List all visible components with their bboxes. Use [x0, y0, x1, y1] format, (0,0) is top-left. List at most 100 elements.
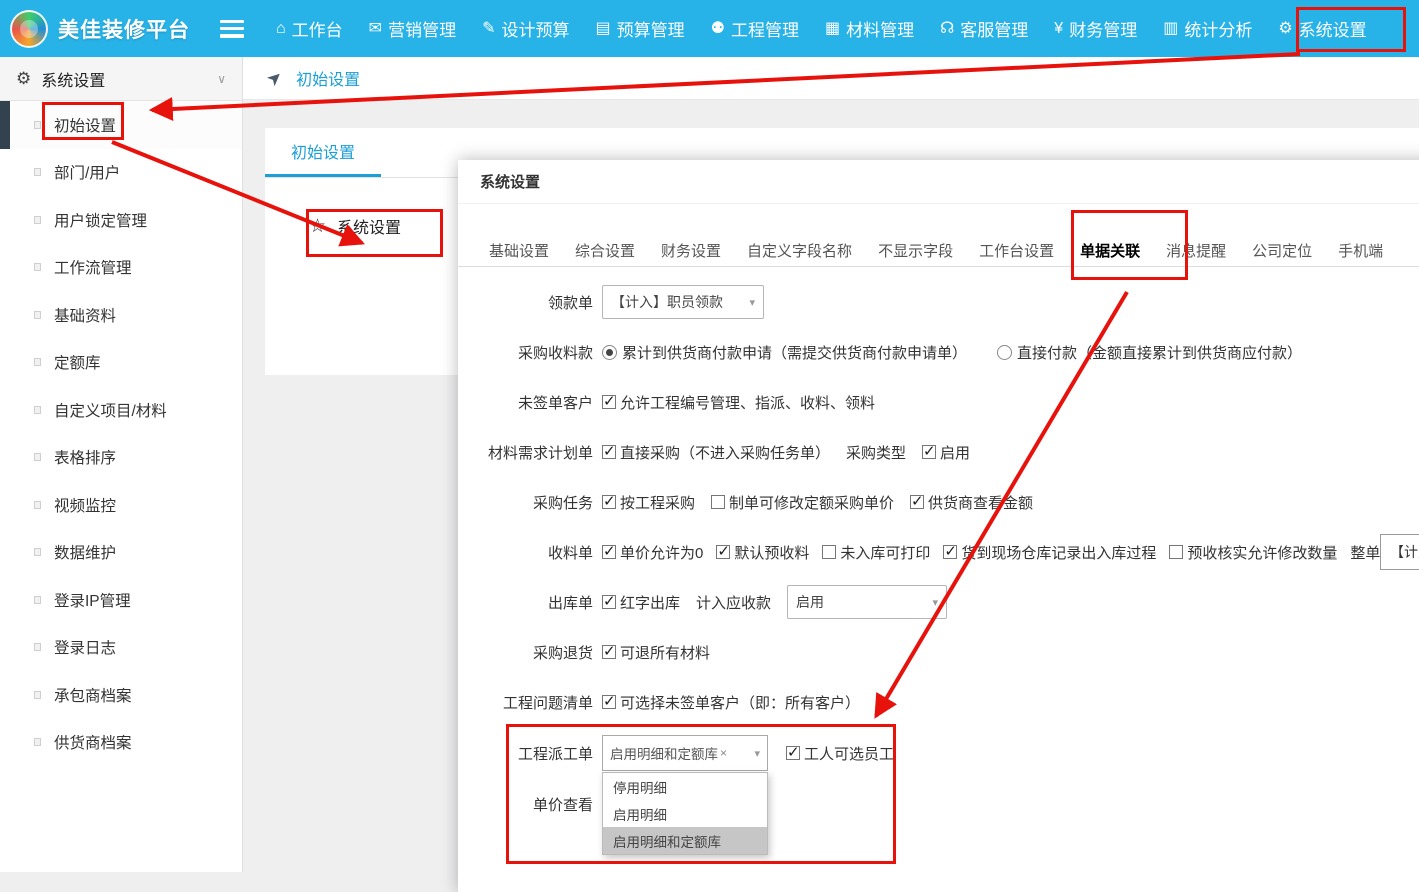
nav-item-project-mgmt[interactable]: ⚉ 工程管理 — [711, 16, 799, 41]
checkbox-purchase-type-enable[interactable]: 启用 — [922, 442, 970, 463]
sidebar-item-supplier-archive[interactable]: 供货商档案 — [0, 719, 242, 767]
sidebar-item-basic-data[interactable]: 基础资料 — [0, 291, 242, 339]
item-bullet-icon — [34, 311, 41, 319]
tab-message-reminder[interactable]: 消息提醒 — [1153, 235, 1239, 266]
radio-accumulate-to-supplier[interactable]: 累计到供货商付款申请（需提交供货商付款申请单） — [602, 342, 967, 363]
tab-company-location[interactable]: 公司定位 — [1239, 235, 1325, 266]
sidebar-item-label: 部门/用户 — [54, 161, 120, 183]
checkbox-select-unsigned-customer[interactable]: 可选择未签单客户（即：所有客户） — [602, 692, 860, 713]
sidebar-header-system-settings[interactable]: ⚙ 系统设置 — [0, 57, 242, 101]
nav-item-statistics[interactable]: ▥ 统计分析 — [1163, 16, 1252, 41]
sidebar-item-contractor-archive[interactable]: 承包商档案 — [0, 671, 242, 719]
item-bullet-icon — [34, 501, 41, 509]
breadcrumb-label: 初始设置 — [296, 66, 360, 90]
checkbox-worker-select-employee[interactable]: 工人可选员工 — [786, 743, 894, 764]
checkbox-purchase-by-project[interactable]: 按工程采购 — [602, 492, 695, 513]
tab-basic-settings[interactable]: 基础设置 — [476, 235, 562, 266]
chevron-down-icon[interactable] — [754, 747, 760, 760]
gear-icon: ⚙ — [1278, 21, 1292, 37]
sidebar-item-video-monitor[interactable]: 视频监控 — [0, 481, 242, 529]
checkbox-unchecked-icon[interactable] — [711, 495, 725, 509]
checkbox-print-before-inbound[interactable]: 未入库可打印 — [822, 542, 930, 563]
checkbox-return-all-materials[interactable]: 可退所有材料 — [602, 642, 710, 663]
checkbox-price-zero[interactable]: 单价允许为0 — [602, 542, 703, 563]
tab-document-association[interactable]: 单据关联 — [1067, 235, 1153, 266]
nav-item-material-mgmt[interactable]: ▦ 材料管理 — [825, 16, 914, 41]
checkbox-checked-icon[interactable] — [602, 545, 616, 559]
tab-workbench-settings[interactable]: 工作台设置 — [966, 235, 1067, 266]
checkbox-unchecked-icon[interactable] — [1169, 545, 1183, 559]
form-row-unsigned-customer: 未签单客户 允许工程编号管理、指派、收料、领料 — [458, 377, 1419, 427]
checkbox-allow-project-number[interactable]: 允许工程编号管理、指派、收料、领料 — [602, 392, 875, 413]
checkbox-checked-icon[interactable] — [602, 395, 616, 409]
radio-direct-payment[interactable]: 直接付款（金额直接累计到供货商应付款） — [997, 342, 1302, 363]
dialog-title: 系统设置 — [458, 160, 1419, 204]
tab-general-settings[interactable]: 综合设置 — [562, 235, 648, 266]
nav-label: 设计预算 — [501, 16, 569, 41]
checkbox-supplier-view-amount[interactable]: 供货商查看金额 — [910, 492, 1033, 513]
sidebar-item-departments-users[interactable]: 部门/用户 — [0, 149, 242, 197]
sidebar-item-table-sort[interactable]: 表格排序 — [0, 434, 242, 482]
checkbox-checked-icon[interactable] — [943, 545, 957, 559]
clear-icon[interactable] — [720, 746, 727, 760]
count-receivable-select[interactable]: 启用 — [787, 585, 947, 619]
dispatch-mode-combobox[interactable]: 启用明细和定额库 — [602, 735, 768, 771]
checkbox-direct-purchase[interactable]: 直接采购（不进入采购任务单） — [602, 442, 830, 463]
row-label: 领款单 — [458, 292, 598, 313]
form-row-outbound: 出库单 红字出库 计入应收款 启用 — [458, 577, 1419, 627]
checkbox-checked-icon[interactable] — [602, 695, 616, 709]
option-enable-detail-and-quota[interactable]: 启用明细和定额库 — [603, 827, 767, 854]
checkbox-checked-icon[interactable] — [602, 595, 616, 609]
whole-order-fee-select[interactable]: 【计入 — [1380, 534, 1419, 570]
sidebar-item-custom-project-material[interactable]: 自定义项目/材料 — [0, 386, 242, 434]
option-disable-detail[interactable]: 停用明细 — [603, 773, 767, 800]
checkbox-prereceive-modify-qty[interactable]: 预收核实允许修改数量 — [1169, 542, 1337, 563]
checkbox-red-outbound[interactable]: 红字出库 — [602, 592, 680, 613]
row-label: 采购任务 — [458, 492, 598, 513]
checkbox-checked-icon[interactable] — [602, 445, 616, 459]
checkbox-checked-icon[interactable] — [716, 545, 730, 559]
sidebar-item-initial-settings[interactable]: 初始设置 — [0, 101, 242, 149]
nav-item-design-budget[interactable]: ✎ 设计预算 — [482, 16, 569, 41]
radio-checked-icon[interactable] — [602, 345, 617, 360]
tab-mobile[interactable]: 手机端 — [1325, 235, 1396, 266]
radio-unchecked-icon[interactable] — [997, 345, 1012, 360]
menu-toggle-icon[interactable] — [220, 20, 244, 38]
dispatch-combo-wrap: 启用明细和定额库 停用明细 启用明细 启用明细和定额库 — [602, 735, 768, 771]
sidebar-item-workflow-mgmt[interactable]: 工作流管理 — [0, 244, 242, 292]
monitor-icon: ▤ — [595, 21, 610, 37]
checkbox-unchecked-icon[interactable] — [822, 545, 836, 559]
checkbox-checked-icon[interactable] — [922, 445, 936, 459]
checkbox-checked-icon[interactable] — [786, 746, 800, 760]
nav-item-marketing[interactable]: ✉ 营销管理 — [369, 16, 456, 41]
nav-item-workbench[interactable]: ⌂ 工作台 — [276, 16, 343, 41]
checkbox-checked-icon[interactable] — [910, 495, 924, 509]
sidebar-item-data-maintenance[interactable]: 数据维护 — [0, 529, 242, 577]
nav-label: 预算管理 — [617, 16, 685, 41]
nav-item-finance-mgmt[interactable]: ¥ 财务管理 — [1054, 16, 1137, 41]
system-settings-entry[interactable]: 系统设置 — [309, 214, 401, 238]
nav-item-service-mgmt[interactable]: ☊ 客服管理 — [940, 16, 1028, 41]
sidebar-item-label: 定额库 — [54, 351, 101, 373]
form-row-material-plan: 材料需求计划单 直接采购（不进入采购任务单） 采购类型 启用 — [458, 427, 1419, 477]
tab-custom-field-names[interactable]: 自定义字段名称 — [734, 235, 865, 266]
checkbox-checked-icon[interactable] — [602, 645, 616, 659]
tab-initial-settings[interactable]: 初始设置 — [265, 128, 381, 177]
gear-icon: ⚙ — [16, 69, 31, 89]
checkbox-modify-quota-price[interactable]: 制单可修改定额采购单价 — [711, 492, 894, 513]
checkbox-default-prereceive[interactable]: 默认预收料 — [716, 542, 809, 563]
tab-hidden-fields[interactable]: 不显示字段 — [865, 235, 966, 266]
nav-item-budget-mgmt[interactable]: ▤ 预算管理 — [595, 16, 684, 41]
sidebar-item-label: 登录IP管理 — [54, 589, 131, 611]
sidebar-item-login-log[interactable]: 登录日志 — [0, 624, 242, 672]
checkbox-checked-icon[interactable] — [602, 495, 616, 509]
sidebar-item-login-ip-mgmt[interactable]: 登录IP管理 — [0, 576, 242, 624]
checkbox-site-warehouse-record[interactable]: 货到现场仓库记录出入库过程 — [943, 542, 1156, 563]
star-icon — [309, 215, 326, 238]
sidebar-item-user-lock-mgmt[interactable]: 用户锁定管理 — [0, 196, 242, 244]
sidebar-item-quota-library[interactable]: 定额库 — [0, 339, 242, 387]
nav-item-system-settings[interactable]: ⚙ 系统设置 — [1278, 16, 1366, 41]
tab-finance-settings[interactable]: 财务设置 — [648, 235, 734, 266]
option-enable-detail[interactable]: 启用明细 — [603, 800, 767, 827]
receipt-type-select[interactable]: 【计入】职员领款 — [602, 285, 764, 319]
